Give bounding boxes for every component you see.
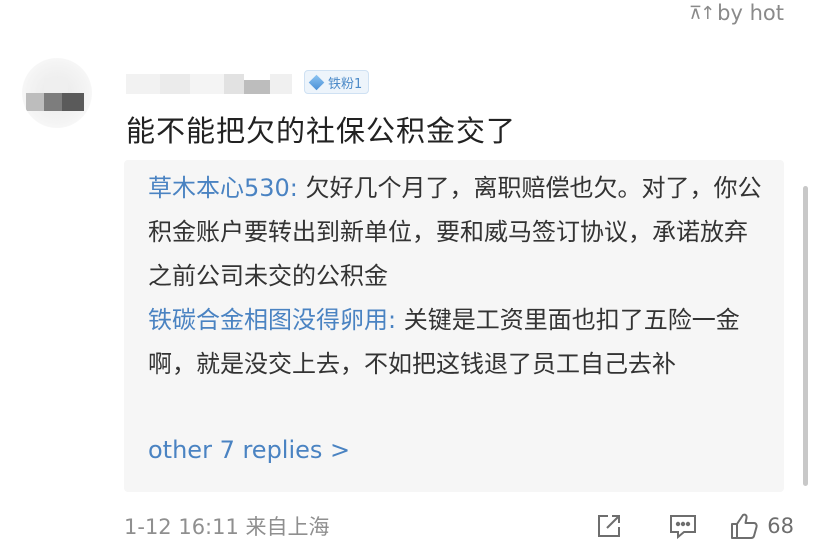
scrollbar[interactable] [803, 186, 808, 486]
action-bar: 68 [587, 506, 794, 546]
avatar[interactable] [22, 58, 92, 128]
fan-badge-label: 铁粉1 [328, 76, 363, 92]
comment-timestamp: 1-12 16:11 来自上海 [124, 515, 330, 539]
fan-badge[interactable]: 铁粉1 [304, 70, 370, 94]
reply-item[interactable]: 草木本心530: 欠好几个月了，离职赔偿也欠。对了，你公积金账户要转出到新单位，… [148, 166, 762, 298]
share-button[interactable] [587, 512, 631, 540]
share-icon [595, 512, 623, 540]
comment-text: 能不能把欠的社保公积金交了 [126, 114, 517, 148]
username-blurred[interactable] [126, 64, 296, 94]
more-replies-link[interactable]: other 7 replies > [148, 436, 350, 464]
sort-label: by hot [717, 1, 784, 25]
like-button[interactable]: 68 [729, 511, 794, 541]
thumbs-up-icon [729, 511, 759, 541]
reply-author[interactable]: 草木本心530: [148, 174, 298, 202]
reply-item[interactable]: 铁碳合金相图没得卵用: 关键是工资里面也扣了五险一金啊，就是没交上去，不如把这钱… [148, 298, 762, 386]
diamond-icon [308, 74, 325, 90]
reply-author[interactable]: 铁碳合金相图没得卵用: [148, 306, 396, 334]
comment-button[interactable] [661, 512, 705, 540]
like-count: 68 [767, 514, 794, 538]
comment-footer: 1-12 16:11 来自上海 68 [124, 506, 794, 546]
sort-toggle[interactable]: ⊼↑ by hot [689, 0, 784, 26]
comment-icon [668, 512, 698, 540]
sort-icon: ⊼↑ [688, 2, 715, 24]
reply-box[interactable]: 草木本心530: 欠好几个月了，离职赔偿也欠。对了，你公积金账户要转出到新单位，… [124, 160, 784, 492]
